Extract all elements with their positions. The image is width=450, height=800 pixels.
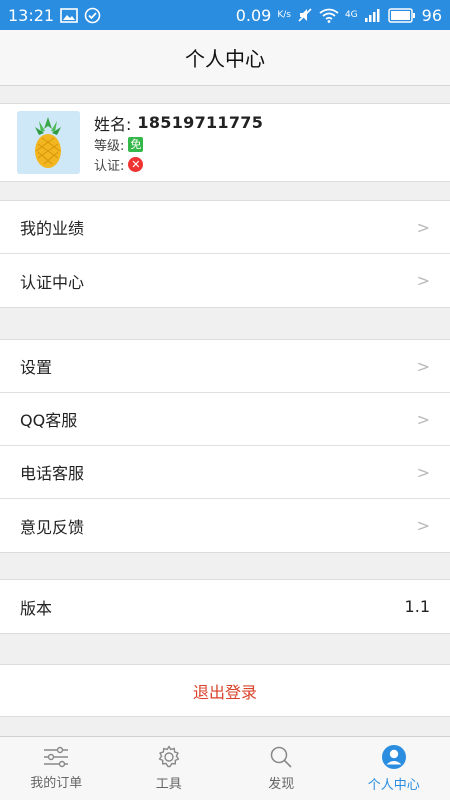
tab-label: 发现 <box>268 777 295 792</box>
tab-profile[interactable]: 个人中心 <box>338 737 450 800</box>
chevron-right-icon: > <box>416 271 430 290</box>
tab-label: 个人中心 <box>367 778 420 793</box>
menu-item-label: 电话客服 <box>20 464 85 483</box>
menu-item-label: 我的业绩 <box>20 219 85 238</box>
version-section: 版本 1.1 <box>0 579 450 634</box>
tab-label: 工具 <box>155 777 182 792</box>
wifi-icon <box>319 8 339 23</box>
battery-icon <box>387 7 415 23</box>
menu-item-label: 认证中心 <box>20 272 85 292</box>
net-speed: 0.09 <box>235 5 272 25</box>
menu-item-label: QQ客服 <box>20 411 78 430</box>
menu-group-1: 我的业绩 > 认证中心 > <box>0 200 450 308</box>
check-circle-icon <box>84 7 101 23</box>
tab-my-orders[interactable]: 我的订单 <box>0 737 113 800</box>
tab-tools[interactable]: 工具 <box>113 737 226 800</box>
signal-icon <box>364 8 380 22</box>
cert-label: 认证: <box>94 159 125 174</box>
chevron-right-icon: > <box>416 409 430 429</box>
level-label: 等级: <box>94 139 125 154</box>
logout-label: 退出登录 <box>192 682 257 702</box>
name-value: 18519711775 <box>137 113 264 132</box>
menu-item-feedback[interactable]: 意见反馈 > <box>0 499 450 552</box>
chevron-right-icon: > <box>416 516 430 535</box>
version-row: 版本 1.1 <box>0 580 450 633</box>
profile-card[interactable]: 姓名: 18519711775 等级: 免 认证: ✕ <box>0 103 450 182</box>
version-value: 1.1 <box>404 597 430 616</box>
mute-icon <box>298 8 312 22</box>
pineapple-icon <box>17 111 80 174</box>
nav-bar: 个人中心 <box>0 30 450 86</box>
clock: 13:21 <box>8 5 55 25</box>
chevron-right-icon: > <box>416 217 430 237</box>
menu-item-settings[interactable]: 设置 > <box>0 340 450 393</box>
battery-level: 96 <box>421 5 442 25</box>
net-speed-unit: K/s <box>277 10 291 20</box>
network-type: 4G <box>344 10 358 20</box>
menu-item-certification[interactable]: 认证中心 > <box>0 254 450 307</box>
menu-item-label: 意见反馈 <box>20 517 85 537</box>
menu-item-label: 设置 <box>20 358 53 377</box>
tab-bar: 我的订单 工具 发现 个人中心 <box>0 736 450 800</box>
chevron-right-icon: > <box>416 356 430 376</box>
avatar[interactable] <box>17 111 80 174</box>
menu-item-performance[interactable]: 我的业绩 > <box>0 201 450 254</box>
name-label: 姓名: <box>94 114 132 134</box>
search-icon <box>271 746 292 768</box>
menu-item-qq-support[interactable]: QQ客服 > <box>0 393 450 446</box>
logout-button[interactable]: 退出登录 <box>0 664 450 717</box>
level-badge: 免 <box>128 137 144 152</box>
status-bar: 13:21 0.09 K/s 4G 96 <box>0 0 450 30</box>
x-icon: ✕ <box>128 157 144 172</box>
chevron-right-icon: > <box>416 462 430 482</box>
person-icon <box>381 745 406 769</box>
gear-icon <box>158 745 179 768</box>
version-label: 版本 <box>20 598 53 618</box>
menu-item-phone-support[interactable]: 电话客服 > <box>0 446 450 499</box>
tab-discover[interactable]: 发现 <box>225 737 338 800</box>
page-title: 个人中心 <box>185 47 265 71</box>
menu-group-2: 设置 > QQ客服 > 电话客服 > 意见反馈 > <box>0 339 450 553</box>
tab-label: 我的订单 <box>30 776 83 791</box>
image-icon <box>60 7 78 23</box>
sliders-icon <box>44 746 69 768</box>
